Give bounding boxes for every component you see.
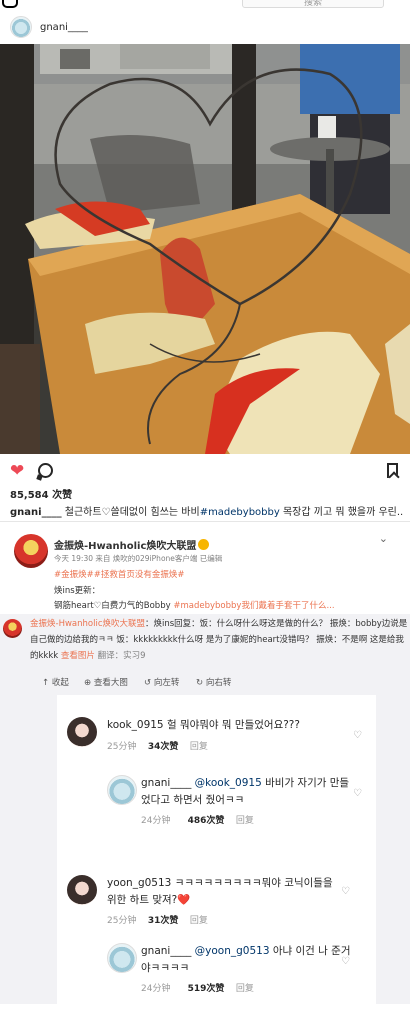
caption-hashtag[interactable]: #madebybobby (200, 507, 280, 518)
bookmark-icon[interactable] (387, 463, 398, 478)
comment-meta: 24分钟 486次赞 回复 (141, 816, 254, 826)
repost-username[interactable]: 金振焕-Hwanholic焕吹大联盟 (30, 619, 145, 629)
heart-icon[interactable]: ♡ (353, 789, 363, 799)
weibo-avatar[interactable] (14, 534, 48, 568)
commenter-avatar[interactable] (107, 943, 137, 973)
post-header: gnani____ (0, 10, 410, 44)
vip-badge-icon (198, 539, 210, 550)
reply-button[interactable]: 回复 (236, 984, 254, 994)
avatar[interactable] (10, 16, 32, 38)
commenter-avatar[interactable] (107, 775, 137, 805)
view-image-link[interactable]: 查看图片 (61, 651, 95, 661)
view-large-button[interactable]: ⊕ 查看大图 (84, 676, 128, 688)
instagram-top-bar: 搜索 (0, 0, 410, 10)
post-photo[interactable] (0, 44, 410, 454)
heart-icon[interactable]: ♡ (341, 957, 351, 967)
rotate-right-button[interactable]: ↻ 向右转 (196, 676, 231, 688)
post-actions: ❤ (0, 460, 410, 484)
post-username[interactable]: gnani____ (40, 22, 88, 33)
weibo-meta: 今天 19:30 来自 焕吹的029iPhone客户端 已编辑 (54, 554, 223, 563)
reply-button[interactable]: 回复 (190, 916, 208, 926)
comment-meta: 25分钟 34次赞 回复 (107, 742, 208, 752)
image-toolbar: ↑ 收起 ⊕ 查看大图 ↺ 向左转 ↻ 向右转 (0, 676, 410, 692)
caption-text: 철근하트♡쓸데없이 힘쓰는 바비 (61, 507, 200, 518)
comment-meta: 24分钟 519次赞 回复 (141, 984, 254, 994)
comment-icon[interactable] (38, 463, 53, 478)
chevron-down-icon[interactable]: ⌄ (379, 532, 388, 545)
comment-text: kook_0915 헐 뭐야뭐야 뭐 만들었어요??? (107, 719, 300, 731)
collect-button[interactable]: ↑ 收起 (42, 676, 69, 688)
divider (0, 521, 410, 522)
comment-text: yoon_g0513 ㅋㅋㅋㅋㅋㅋㅋㅋㅋ뭐야 코닉이들을 위한 하트 맞져?❤️ (107, 877, 333, 906)
heart-icon[interactable]: ❤ (10, 463, 24, 480)
comment-text: gnani____ @kook_0915 바비가 자기가 만들었다고 하면서 줬… (141, 777, 350, 806)
commenter-avatar[interactable] (67, 875, 97, 905)
photo-image (0, 44, 410, 454)
repost-avatar[interactable] (3, 619, 22, 638)
comments-screenshot: kook_0915 헐 뭐야뭐야 뭐 만들었어요??? 25分钟 34次赞 回复… (57, 695, 376, 1004)
weibo-text-line1: 焕ins更新： (54, 586, 101, 596)
likes-count[interactable]: 85,584 次赞 (10, 486, 72, 501)
post-caption: gnani____ 철근하트♡쓸데없이 힘쓰는 바비#madebybobby 목… (10, 503, 405, 518)
instagram-logo[interactable] (2, 0, 18, 8)
heart-icon[interactable]: ♡ (353, 731, 363, 741)
weibo-hashtag[interactable]: #madebybobby (173, 601, 241, 611)
comment-text: gnani____ @yoon_g0513 아냐 이건 나 준거야ㅋㅋㅋㅋ (141, 945, 351, 974)
repost-text: 金振焕-Hwanholic焕吹大联盟：焕ins回复：饭：什么呀什么呀这是做的什么… (30, 619, 408, 661)
weibo-username[interactable]: 金振焕-Hwanholic焕吹大联盟 (54, 537, 210, 552)
caption-rest: 목장갑 끼고 뭐 했을까 우린.. (279, 507, 404, 518)
caption-username[interactable]: gnani____ (10, 507, 62, 518)
weibo-hashtags[interactable]: #金振焕##拯救首页没有金振焕# (54, 568, 185, 580)
heart-icon[interactable]: ♡ (341, 887, 351, 897)
rotate-left-button[interactable]: ↺ 向左转 (144, 676, 179, 688)
weibo-text-line2: 钢筋heart♡白费力气的Bobby #madebybobby我们戴着手套干了什… (54, 601, 335, 611)
reply-button[interactable]: 回复 (236, 816, 254, 826)
comment-meta: 25分钟 31次赞 回复 (107, 916, 208, 926)
search-input[interactable]: 搜索 (242, 0, 384, 8)
weibo-post: 金振焕-Hwanholic焕吹大联盟 今天 19:30 来自 焕吹的029iPh… (0, 528, 410, 616)
reply-button[interactable]: 回复 (190, 742, 208, 752)
commenter-avatar[interactable] (67, 717, 97, 747)
